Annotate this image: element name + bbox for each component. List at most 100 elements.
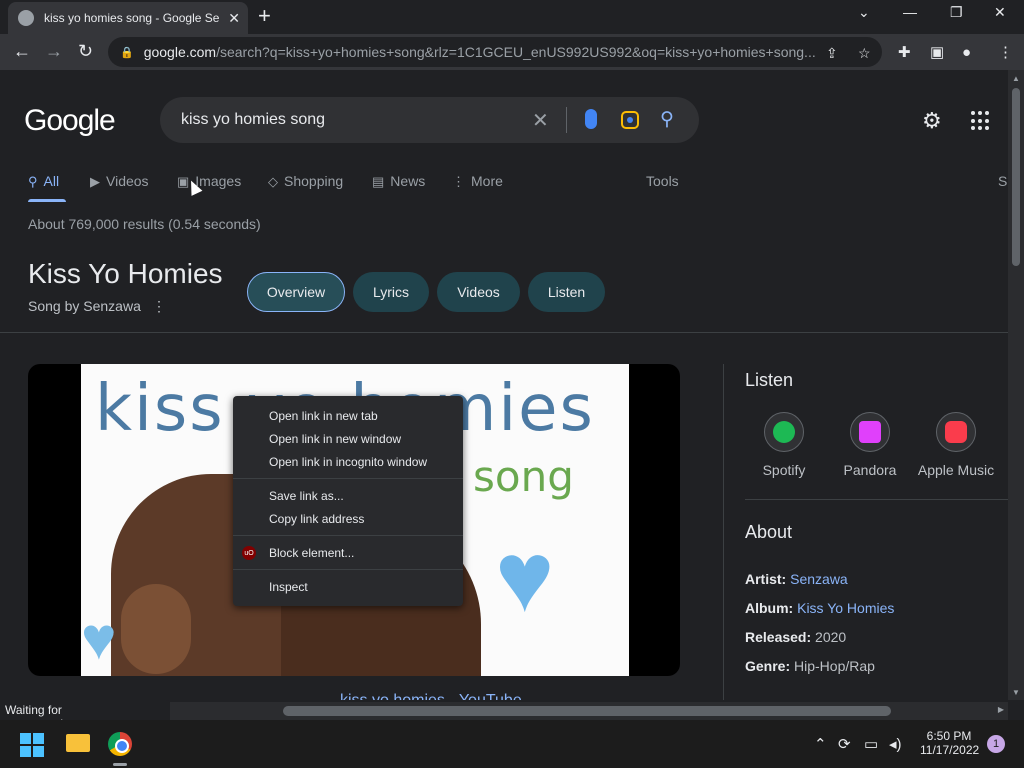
minimize-icon[interactable]: — <box>903 4 917 20</box>
menu-separator <box>233 535 463 536</box>
horizontal-scrollbar[interactable]: ▶ <box>170 702 1008 720</box>
fact-released: Released: 2020 <box>745 629 847 645</box>
clear-icon[interactable]: ✕ <box>532 108 549 133</box>
menu-open-new-tab[interactable]: Open link in new tab <box>269 409 378 423</box>
pandora-icon <box>859 421 881 443</box>
back-icon[interactable]: ← <box>13 42 31 60</box>
network-icon[interactable]: ▭ <box>864 735 878 753</box>
browser-toolbar: ← → ↻ 🔒 google.com/search?q=kiss+yo+homi… <box>0 34 1024 70</box>
tools-button[interactable]: Tools <box>646 173 679 189</box>
service-pandora[interactable]: Pandora <box>830 412 910 478</box>
safe-search-label[interactable]: S <box>998 173 1007 189</box>
menu-separator <box>233 569 463 570</box>
search-input[interactable]: kiss yo homies song <box>181 111 325 129</box>
tab-videos[interactable]: ▶ Videos <box>90 173 149 190</box>
google-logo[interactable]: Google <box>24 104 116 138</box>
side-panel-icon[interactable]: ▣ <box>930 44 944 62</box>
file-explorer-icon[interactable] <box>66 734 90 752</box>
windows-start-icon[interactable] <box>20 733 44 757</box>
thumbnail-hand <box>121 584 191 674</box>
menu-block-element[interactable]: Block element... <box>269 546 354 560</box>
tab-all[interactable]: ⚲ All <box>28 173 59 190</box>
more-options-icon[interactable]: ⋮ <box>152 298 166 315</box>
scroll-right-icon[interactable]: ▶ <box>998 705 1004 714</box>
tab-title: kiss yo homies song - Google Se <box>44 11 220 25</box>
fact-album: Album: Kiss Yo Homies <box>745 600 895 616</box>
menu-inspect[interactable]: Inspect <box>269 580 308 594</box>
url-text[interactable]: google.com/search?q=kiss+yo+homies+song&… <box>144 44 824 60</box>
menu-separator <box>233 478 463 479</box>
apps-grid-icon[interactable] <box>971 111 991 131</box>
section-divider <box>745 499 1008 500</box>
bookmark-star-icon[interactable]: ☆ <box>858 45 871 62</box>
browser-tab[interactable]: kiss yo homies song - Google Se ✕ <box>8 2 248 34</box>
menu-save-link[interactable]: Save link as... <box>269 489 344 503</box>
microphone-icon[interactable] <box>585 109 597 129</box>
menu-open-incognito[interactable]: Open link in incognito window <box>269 455 427 469</box>
search-box[interactable]: kiss yo homies song ✕ ⚲ <box>160 97 699 143</box>
spotify-icon <box>773 421 795 443</box>
search-results-page: Google kiss yo homies song ✕ ⚲ ⚙ ⚲ All ▶ V… <box>0 70 1008 700</box>
tray-chevron-icon[interactable]: ⌃ <box>814 735 827 753</box>
lock-icon[interactable]: 🔒 <box>120 46 134 59</box>
scroll-up-icon[interactable]: ▲ <box>1012 74 1020 83</box>
clock[interactable]: 6:50 PM 11/17/2022 <box>920 729 980 757</box>
tab-shopping[interactable]: ◇ Shopping <box>268 173 343 190</box>
menu-copy-link[interactable]: Copy link address <box>269 512 364 526</box>
tab-close-icon[interactable]: ✕ <box>228 10 240 27</box>
search-divider <box>566 107 567 133</box>
column-divider <box>723 364 724 700</box>
chip-overview[interactable]: Overview <box>247 272 345 312</box>
tag-icon: ◇ <box>268 174 278 189</box>
reload-icon[interactable]: ↻ <box>78 42 93 60</box>
context-menu: Open link in new tab Open link in new wi… <box>233 396 463 606</box>
search-icon[interactable]: ⚲ <box>660 108 674 131</box>
knowledge-panel-title: Kiss Yo Homies <box>28 258 223 289</box>
news-icon: ▤ <box>372 174 385 189</box>
chip-videos[interactable]: Videos <box>437 272 520 312</box>
close-window-icon[interactable]: ✕ <box>994 4 1006 21</box>
globe-icon <box>18 10 34 26</box>
profile-icon[interactable]: ● <box>962 44 971 62</box>
tab-more[interactable]: ⋮ More <box>452 173 503 190</box>
service-spotify[interactable]: Spotify <box>744 412 824 478</box>
forward-icon[interactable]: → <box>45 42 63 60</box>
more-vert-icon: ⋮ <box>452 174 465 189</box>
menu-kebab-icon[interactable]: ⋮ <box>998 44 1013 62</box>
listen-heading: Listen <box>745 370 794 390</box>
artist-link[interactable]: Senzawa <box>790 571 848 587</box>
volume-icon[interactable]: ◂) <box>889 735 902 753</box>
share-icon[interactable]: ⇪ <box>826 45 838 62</box>
section-divider <box>0 332 1008 333</box>
tab-search-icon[interactable]: ⌄ <box>858 4 870 21</box>
scrollbar-thumb[interactable] <box>1012 88 1020 266</box>
fact-artist: Artist: Senzawa <box>745 571 848 587</box>
results-count: About 769,000 results (0.54 seconds) <box>28 216 261 232</box>
fact-genre: Genre: Hip-Hop/Rap <box>745 658 875 674</box>
album-link[interactable]: Kiss Yo Homies <box>797 600 894 616</box>
extensions-icon[interactable]: ✚ <box>898 44 911 62</box>
knowledge-panel-subtitle: Song by Senzawa <box>28 298 141 314</box>
chip-listen[interactable]: Listen <box>528 272 605 312</box>
scrollbar-thumb[interactable] <box>283 706 891 716</box>
notification-badge[interactable]: 1 <box>987 735 1005 753</box>
lens-icon[interactable] <box>621 111 639 129</box>
video-link[interactable]: kiss yo homies - YouTube <box>340 692 522 700</box>
menu-open-new-window[interactable]: Open link in new window <box>269 432 401 446</box>
restore-icon[interactable]: ❐ <box>950 4 963 21</box>
tab-news[interactable]: ▤ News <box>372 173 425 190</box>
sync-icon[interactable]: ⟳ <box>838 735 851 753</box>
settings-gear-icon[interactable]: ⚙ <box>922 108 942 134</box>
chrome-icon[interactable] <box>108 732 132 756</box>
new-tab-button[interactable]: + <box>258 5 271 27</box>
vertical-scrollbar[interactable]: ▲ ▼ <box>1008 70 1024 700</box>
service-label: Spotify <box>762 462 806 478</box>
clock-date: 11/17/2022 <box>920 743 980 757</box>
chip-lyrics[interactable]: Lyrics <box>353 272 429 312</box>
heart-icon: ♥ <box>81 605 117 672</box>
search-icon: ⚲ <box>28 174 38 189</box>
address-bar[interactable]: 🔒 google.com/search?q=kiss+yo+homies+son… <box>108 37 882 67</box>
scroll-down-icon[interactable]: ▼ <box>1012 688 1020 697</box>
heart-icon: ♥ <box>495 521 555 633</box>
service-apple-music[interactable]: Apple Music <box>916 412 996 478</box>
